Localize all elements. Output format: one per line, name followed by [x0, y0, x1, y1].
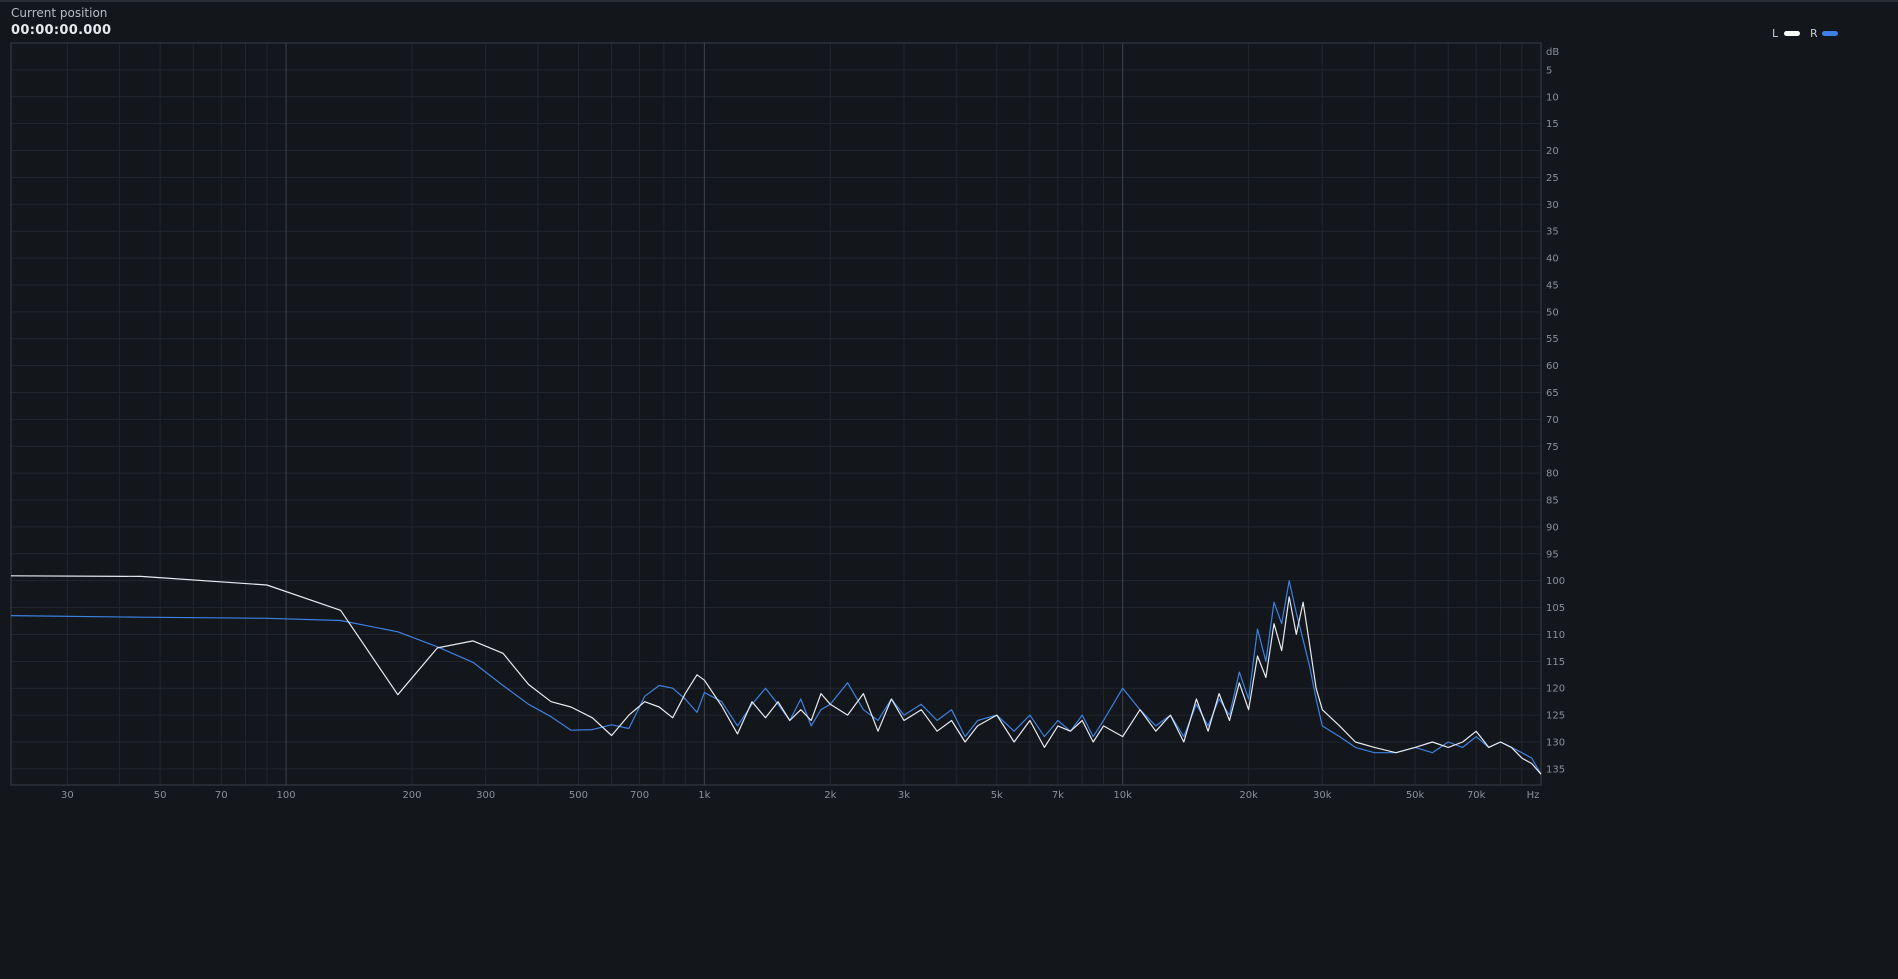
y-tick-label: 10	[1546, 92, 1559, 103]
x-tick-label: 2k	[824, 790, 836, 801]
x-tick-label: 500	[569, 790, 588, 801]
x-tick-label: 200	[402, 790, 421, 801]
y-tick-label: 130	[1546, 737, 1565, 748]
x-tick-label: 10k	[1113, 790, 1132, 801]
y-tick-label: 85	[1546, 496, 1559, 507]
y-tick-label: 110	[1546, 630, 1565, 641]
y-tick-label: 30	[1546, 200, 1559, 211]
y-tick-label: 135	[1546, 764, 1565, 775]
y-tick-label: 125	[1546, 711, 1565, 722]
y-axis-unit-label: dB	[1546, 47, 1559, 58]
x-tick-label: 3k	[898, 790, 910, 801]
series-line-R	[10, 580, 1542, 775]
y-tick-label: 120	[1546, 684, 1565, 695]
x-tick-label: 70k	[1467, 790, 1486, 801]
y-tick-label: 45	[1546, 280, 1559, 291]
y-tick-label: 95	[1546, 549, 1559, 560]
y-tick-label: 40	[1546, 254, 1559, 265]
spectrum-chart[interactable]: 30 50 70 100 200 300 500 700 1k 2k 3k 5k 7k 10k 20k 30k…	[0, 0, 1898, 979]
x-axis-ticks: 30 50 70 100 200 300 500 700 1k 2k 3k 5k 7k 10k 20k 30k…	[61, 790, 1486, 801]
x-tick-label: 50k	[1406, 790, 1425, 801]
x-tick-label: 7k	[1052, 790, 1064, 801]
y-tick-label: 80	[1546, 469, 1559, 480]
y-tick-label: 70	[1546, 415, 1559, 426]
x-tick-label: 20k	[1239, 790, 1258, 801]
y-tick-label: 75	[1546, 442, 1559, 453]
y-tick-label: 55	[1546, 334, 1559, 345]
y-tick-label: 20	[1546, 146, 1559, 157]
x-axis-unit-label: Hz	[1527, 790, 1540, 801]
y-tick-label: 15	[1546, 119, 1559, 130]
y-tick-label: 105	[1546, 603, 1565, 614]
x-tick-label: 300	[476, 790, 495, 801]
series-layer	[10, 575, 1542, 775]
x-tick-label: 5k	[991, 790, 1003, 801]
x-tick-label: 700	[630, 790, 649, 801]
y-tick-label: 115	[1546, 657, 1565, 668]
y-tick-label: 90	[1546, 522, 1559, 533]
x-tick-label: 1k	[698, 790, 710, 801]
y-axis-ticks: 5 10 15 20 25 30 35 40 45 50 55 60 65 70 75 80 85 90 95 100…	[1546, 65, 1565, 775]
y-tick-label: 25	[1546, 173, 1559, 184]
x-tick-label: 30	[61, 790, 74, 801]
y-tick-label: 50	[1546, 307, 1559, 318]
x-tick-label: 50	[154, 790, 167, 801]
y-tick-label: 35	[1546, 227, 1559, 238]
x-tick-label: 100	[277, 790, 296, 801]
y-tick-label: 65	[1546, 388, 1559, 399]
x-tick-label: 30k	[1313, 790, 1332, 801]
y-tick-label: 60	[1546, 361, 1559, 372]
y-tick-label: 5	[1546, 65, 1552, 76]
x-tick-label: 70	[215, 790, 228, 801]
y-tick-label: 100	[1546, 576, 1565, 587]
